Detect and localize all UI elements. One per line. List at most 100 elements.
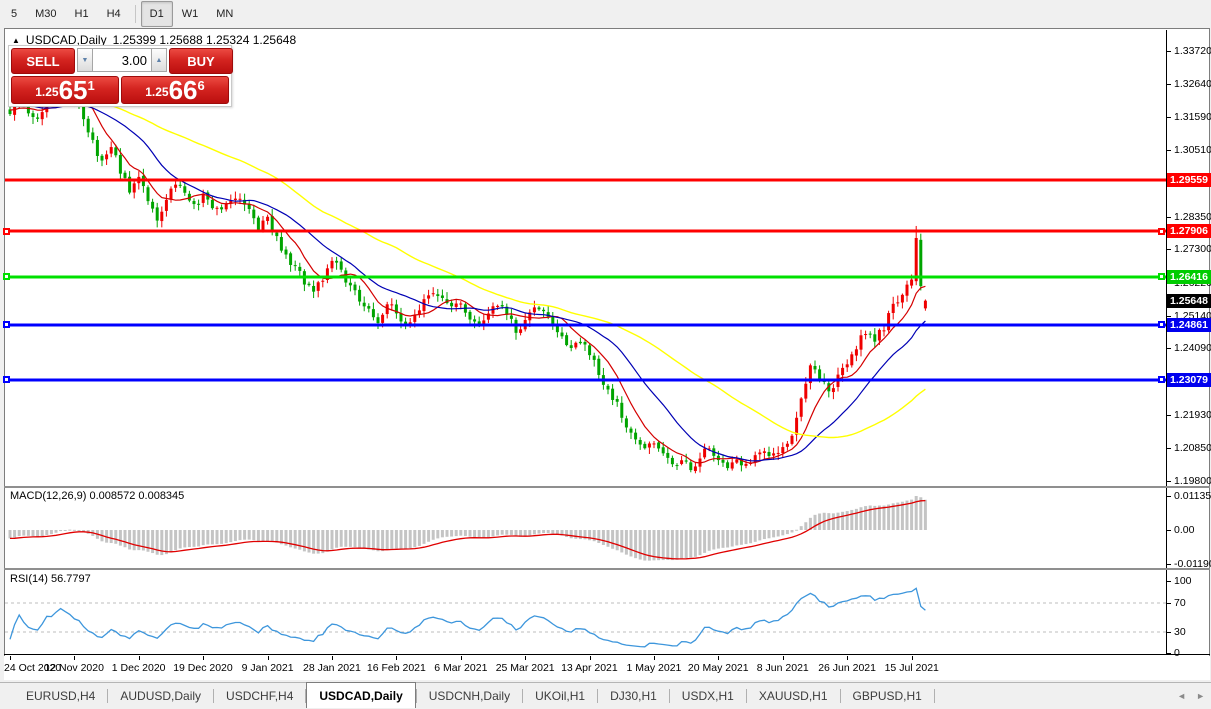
timeframe-button-5[interactable]: 5: [2, 1, 26, 27]
tab-audusd-daily[interactable]: AUDUSD,Daily: [108, 683, 213, 708]
volume-stepper: ▼ ▲: [77, 48, 167, 72]
mt4-application: 5 M30 H1 H4 D1 W1 MN ▲ USDCAD,Daily 1.25399 1.…: [0, 0, 1211, 708]
rsi-pane-bottom-border: [4, 654, 1210, 655]
timeframe-button-w1[interactable]: W1: [173, 1, 208, 27]
chevron-up-icon: ▲: [155, 56, 163, 64]
tab-ukoil-h1[interactable]: UKOil,H1: [523, 683, 597, 708]
date-tick-label: 6 Mar 2021: [434, 662, 488, 674]
rsi-tick-mark: [1167, 580, 1171, 582]
level-badge-1.29559: 1.29559: [1167, 173, 1211, 187]
date-tick-mark: [460, 656, 462, 660]
price-tick-label: 1.24090: [1174, 342, 1211, 355]
price-tick-label: 1.33720: [1174, 45, 1211, 58]
sell-price-big: 65: [58, 75, 88, 105]
left-line-marker[interactable]: [3, 376, 10, 384]
tab-scroll-right-icon[interactable]: ►: [1196, 691, 1205, 701]
right-line-marker[interactable]: [1158, 321, 1165, 329]
date-tick-mark: [654, 656, 655, 660]
rsi-tick-mark: [1167, 631, 1171, 633]
price-tick-label: 1.32640: [1174, 78, 1211, 91]
sell-price-pip: 1: [87, 78, 95, 93]
timeframe-toolbar: 5 M30 H1 H4 D1 W1 MN: [0, 0, 1211, 28]
date-tick-mark: [718, 656, 720, 660]
right-line-marker[interactable]: [1158, 227, 1165, 235]
sell-button[interactable]: SELL: [11, 48, 75, 74]
sell-price-prefix: 1.25: [35, 85, 59, 99]
volume-input[interactable]: [93, 48, 151, 72]
date-tick-label: 28 Jan 2021: [303, 662, 361, 674]
rsi-label: RSI(14) 56.7797: [10, 573, 91, 585]
price-tick-mark: [1167, 84, 1171, 86]
timeframe-button-h4[interactable]: H4: [98, 1, 130, 27]
date-axis[interactable]: 24 Oct 2020 12 Nov 2020 1 Dec 2020 19 Dec 2…: [4, 656, 1210, 680]
date-tick-label: 19 Dec 2020: [173, 662, 233, 674]
buy-price-prefix: 1.25: [145, 85, 169, 99]
level-badge-1.26416: 1.26416: [1167, 269, 1211, 284]
rsi-tick-label: 70: [1174, 596, 1186, 609]
date-tick-label: 26 Jun 2021: [818, 662, 876, 674]
price-tick-label: 1.30510: [1174, 144, 1211, 157]
date-tick-mark: [911, 656, 913, 660]
date-tick-label: 9 Jan 2021: [241, 662, 294, 674]
sell-price-display[interactable]: 1.25 65 1: [11, 76, 119, 104]
tab-usdcad-daily[interactable]: USDCAD,Daily: [306, 682, 416, 708]
timeframe-button-mn[interactable]: MN: [207, 1, 242, 27]
tab-gbpusd-h1[interactable]: GBPUSD,H1: [841, 683, 934, 708]
tab-xauusd-h1[interactable]: XAUUSD,H1: [747, 683, 840, 708]
rsi-tick-label: 30: [1174, 625, 1186, 638]
date-tick-mark: [396, 656, 398, 660]
price-tick-mark: [1167, 116, 1171, 118]
date-tick-label: 1 Dec 2020: [111, 662, 166, 674]
date-tick-mark: [847, 656, 849, 660]
macd-tick-label: 0.00: [1174, 523, 1195, 536]
price-tick-label: 1.21930: [1174, 408, 1211, 421]
price-tick-mark: [1167, 315, 1171, 317]
left-line-marker[interactable]: [3, 227, 10, 235]
rsi-tick-mark: [1167, 602, 1171, 604]
tab-eurusd-h4[interactable]: EURUSD,H4: [14, 683, 107, 708]
date-tick-mark: [203, 656, 205, 660]
volume-increase-button[interactable]: ▲: [151, 48, 167, 72]
tab-usdcnh-daily[interactable]: USDCNH,Daily: [417, 683, 522, 708]
buy-price-display[interactable]: 1.25 66 6: [121, 76, 229, 104]
price-tick-mark: [1167, 249, 1171, 251]
date-tick-mark: [74, 656, 76, 660]
price-tick-label: 1.27300: [1174, 243, 1211, 256]
date-tick-label: 16 Feb 2021: [366, 662, 426, 674]
level-badge-1.27906: 1.27906: [1167, 224, 1211, 238]
right-line-marker[interactable]: [1158, 376, 1165, 384]
date-tick-label: 20 May 2021: [687, 662, 749, 674]
date-tick-label: 15 Jul 2021: [884, 662, 939, 674]
collapse-icon[interactable]: ▲: [12, 36, 20, 45]
date-tick-mark: [267, 656, 269, 660]
timeframe-button-d1[interactable]: D1: [140, 1, 173, 27]
date-tick-mark: [589, 656, 591, 660]
current-price-badge: 1.25648: [1167, 293, 1211, 308]
price-tick-label: 1.28350: [1174, 210, 1211, 223]
price-tick-mark: [1167, 448, 1171, 450]
date-tick-mark: [10, 656, 11, 660]
timeframe-button-m30[interactable]: M30: [26, 1, 65, 27]
tab-usdx-h1[interactable]: USDX,H1: [670, 683, 746, 708]
left-line-marker[interactable]: [3, 273, 10, 281]
date-tick-label: 13 Apr 2021: [561, 662, 618, 674]
rsi-indicator-chart[interactable]: [5, 570, 1166, 654]
volume-decrease-button[interactable]: ▼: [77, 48, 93, 72]
date-tick-mark: [332, 656, 333, 660]
price-axis-border: [1166, 30, 1167, 655]
rsi-tick-label: 100: [1174, 574, 1192, 587]
macd-tick-mark: [1167, 495, 1171, 497]
tab-scroll-left-icon[interactable]: ◄: [1177, 691, 1186, 701]
price-tick-label: 1.20850: [1174, 442, 1211, 455]
date-tick-mark: [782, 656, 784, 660]
level-badge-1.23079: 1.23079: [1167, 372, 1211, 387]
price-tick-mark: [1167, 216, 1171, 218]
timeframe-button-h1[interactable]: H1: [66, 1, 98, 27]
date-tick-label: 1 May 2021: [626, 662, 682, 674]
rsi-tick-mark: [1167, 653, 1171, 655]
tab-dj30-h1[interactable]: DJ30,H1: [598, 683, 669, 708]
tab-usdchf-h4[interactable]: USDCHF,H4: [214, 683, 305, 708]
right-line-marker[interactable]: [1158, 273, 1165, 281]
buy-button[interactable]: BUY: [169, 48, 233, 74]
left-line-marker[interactable]: [3, 321, 10, 329]
